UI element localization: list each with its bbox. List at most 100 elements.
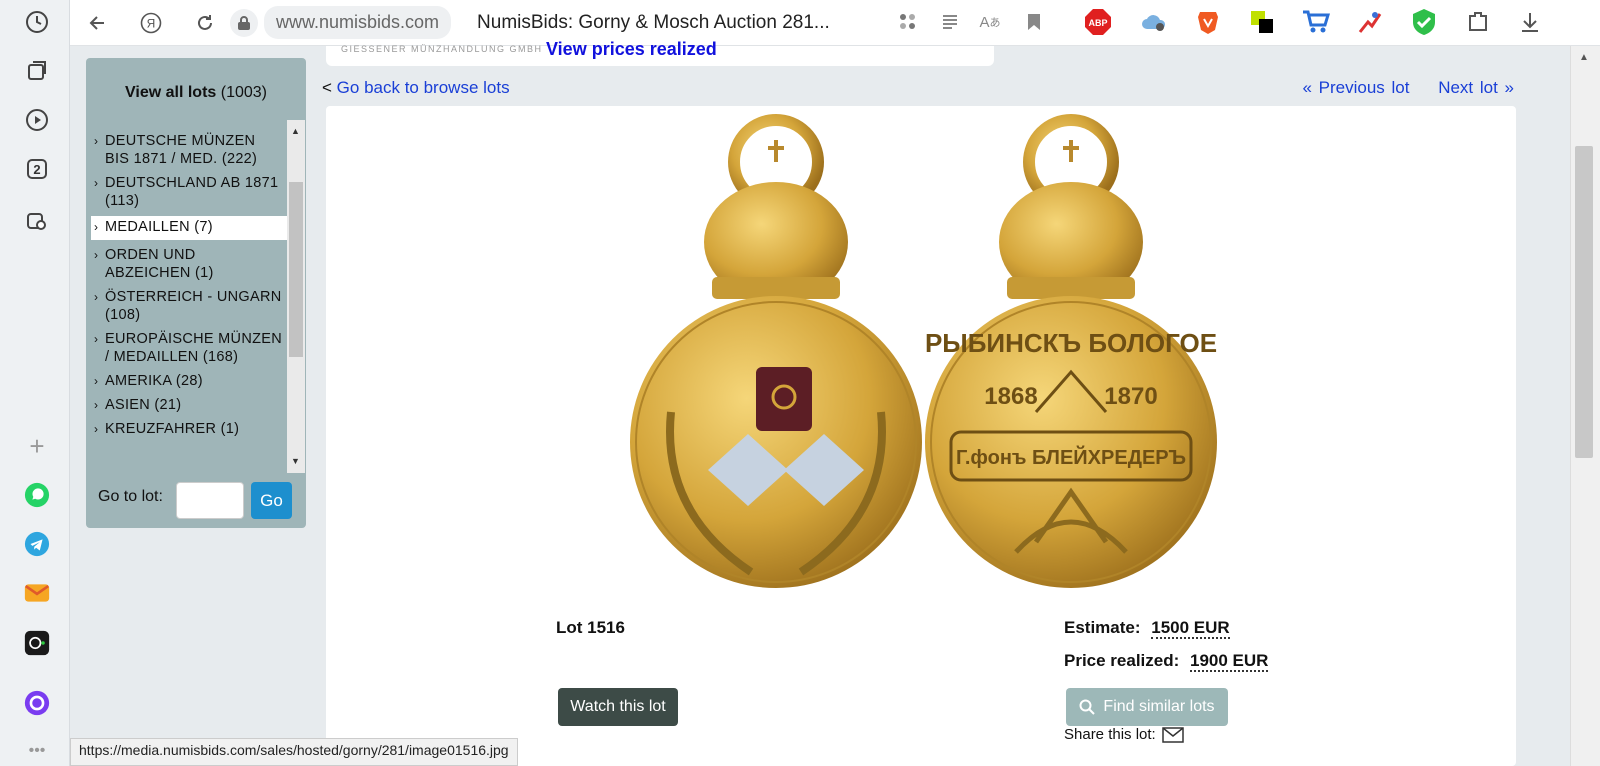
more-icon[interactable]: •••	[24, 738, 50, 764]
chevron-right-icon: ›	[94, 220, 99, 234]
translate-icon[interactable]: Aあ	[974, 6, 1006, 38]
apps-icon[interactable]	[892, 6, 924, 38]
history-icon[interactable]	[24, 9, 50, 35]
lot-pagination: « Previous lot Next lot »	[1280, 78, 1514, 98]
extensions-icon[interactable]	[1462, 6, 1494, 38]
collections-icon[interactable]	[24, 58, 50, 84]
camera-app-icon[interactable]	[24, 630, 50, 656]
reader-icon[interactable]	[934, 6, 966, 38]
status-bar: https://media.numisbids.com/sales/hosted…	[70, 738, 518, 766]
category-item[interactable]: › EUROPÄISCHE MÜNZEN / MEDAILLEN (168)	[91, 328, 287, 370]
watch-lot-button[interactable]: Watch this lot	[558, 688, 678, 726]
category-label: ORDEN UND ABZEICHEN (1)	[105, 247, 214, 281]
page-scroll-thumb[interactable]	[1575, 146, 1593, 458]
estimate-row: Estimate: 1500 EUR	[1064, 618, 1230, 639]
category-label: MEDAILLEN (7)	[105, 219, 213, 235]
find-similar-button[interactable]: Find similar lots	[1066, 688, 1228, 726]
year-right-text: 1870	[1104, 383, 1157, 410]
play-icon[interactable]	[24, 107, 50, 133]
category-item-active[interactable]: › MEDAILLEN (7)	[91, 216, 287, 240]
view-prices-link[interactable]: View prices realized	[546, 39, 717, 60]
year-left-text: 1868	[984, 383, 1037, 410]
scroll-up-icon[interactable]: ▲	[1579, 52, 1589, 63]
tabs-count-icon[interactable]: 2	[24, 156, 50, 182]
reverse-top-text: РЫБИНСКЪ БОЛОГОЕ	[925, 328, 1217, 358]
lot-image[interactable]: РЫБИНСКЪ БОЛОГОЕ 1868 1870 Г.фонъ БЛЕЙХР…	[616, 112, 1256, 602]
goto-lot-input[interactable]	[176, 482, 244, 519]
category-label: EUROPÄISCHE MÜNZEN / MEDAILLEN (168)	[105, 331, 282, 365]
category-list: › DEUTSCHE MÜNZEN BIS 1871 / MED. (222) ›…	[91, 120, 287, 473]
next-lot-link[interactable]: Next lot »	[1438, 78, 1514, 97]
tab-title: NumisBids: Gorny & Mosch Auction 281...	[477, 11, 830, 33]
view-all-lots-link[interactable]: View all lots (1003)	[86, 84, 306, 102]
chevron-right-icon: ›	[94, 176, 99, 190]
go-button[interactable]: Go	[251, 482, 292, 519]
url-text[interactable]: www.numisbids.com	[264, 6, 452, 39]
mail-icon[interactable]	[24, 580, 50, 606]
cloud-icon[interactable]	[1138, 6, 1170, 38]
scroll-thumb[interactable]	[289, 182, 303, 357]
alice-icon[interactable]	[24, 690, 50, 716]
reload-icon[interactable]	[188, 6, 222, 40]
chevron-right-icon: ›	[94, 422, 99, 436]
view-all-count: (1003)	[220, 84, 267, 101]
category-label: ÖSTERREICH - UNGARN (108)	[105, 289, 282, 323]
scroll-down-icon[interactable]: ▼	[291, 456, 300, 466]
telegram-icon[interactable]	[24, 531, 50, 557]
lot-number: Lot 1516	[556, 618, 625, 637]
category-item[interactable]: › ASIEN (21)	[91, 394, 287, 418]
category-item[interactable]: › ORDEN UND ABZEICHEN (1)	[91, 244, 287, 286]
medal-obverse	[630, 114, 922, 588]
view-all-label[interactable]: View all lots	[125, 84, 216, 101]
page-content: GIESSENER MÜNZHANDLUNG GMBH View prices …	[70, 39, 1570, 766]
shield-check-icon[interactable]	[1408, 6, 1440, 38]
yandex-icon[interactable]: Я	[134, 6, 168, 40]
lot-card: РЫБИНСКЪ БОЛОГОЕ 1868 1870 Г.фонъ БЛЕЙХР…	[326, 106, 1516, 766]
whatsapp-icon[interactable]	[24, 482, 50, 508]
category-label: DEUTSCHLAND AB 1871 (113)	[105, 175, 279, 209]
category-item[interactable]: › DEUTSCHLAND AB 1871 (113)	[91, 172, 287, 214]
price-value[interactable]: 1900 EUR	[1190, 651, 1269, 672]
price-label: Price realized:	[1064, 651, 1180, 670]
address-bar[interactable]: www.numisbids.com	[230, 6, 452, 39]
back-arrow-icon[interactable]	[80, 6, 114, 40]
chevron-right-icon: ›	[94, 374, 99, 388]
reverse-center-text: Г.фонъ БЛЕЙХРЕДЕРЪ	[956, 445, 1186, 469]
price-row: Price realized: 1900 EUR	[1064, 651, 1269, 672]
chevron-right-icon: ›	[94, 332, 99, 346]
back-prefix: <	[322, 78, 332, 97]
chevron-right-icon: ›	[94, 248, 99, 262]
user-figure-icon[interactable]	[1354, 6, 1386, 38]
screenshot-icon[interactable]	[24, 208, 50, 234]
download-icon[interactable]	[1514, 6, 1546, 38]
adblock-icon[interactable]: ABP	[1082, 6, 1114, 38]
category-item[interactable]: › KREUZFAHRER (1)	[91, 418, 287, 442]
category-label: DEUTSCHE MÜNZEN BIS 1871 / MED. (222)	[105, 133, 258, 167]
add-panel-icon[interactable]: +	[24, 431, 50, 461]
browser-sidebar: 2 + •••	[0, 0, 70, 766]
category-scrollbar[interactable]: ▲ ▼	[287, 120, 305, 473]
chevron-right-icon: ›	[94, 134, 99, 148]
color-picker-icon[interactable]	[1246, 6, 1278, 38]
scroll-up-icon[interactable]: ▲	[291, 126, 300, 136]
category-item-partial	[91, 120, 287, 130]
share-label: Share this lot:	[1064, 726, 1156, 743]
page-scrollbar[interactable]: ▲	[1570, 46, 1600, 766]
back-nav: < Go back to browse lots	[322, 78, 510, 98]
bookmark-icon[interactable]	[1018, 6, 1050, 38]
envelope-icon[interactable]	[1161, 726, 1184, 743]
brave-icon[interactable]	[1192, 6, 1224, 38]
category-item[interactable]: › AMERIKA (28)	[91, 370, 287, 394]
category-item[interactable]: › ÖSTERREICH - UNGARN (108)	[91, 286, 287, 328]
cart-icon[interactable]	[1300, 6, 1332, 38]
category-label: KREUZFAHRER (1)	[105, 421, 240, 437]
mint-text: GIESSENER MÜNZHANDLUNG GMBH	[341, 44, 543, 54]
back-to-browse-link[interactable]: Go back to browse lots	[337, 78, 510, 97]
category-item[interactable]: › DEUTSCHE MÜNZEN BIS 1871 / MED. (222)	[91, 130, 287, 172]
lock-icon[interactable]	[230, 8, 258, 37]
previous-lot-link[interactable]: « Previous lot	[1302, 78, 1409, 97]
estimate-label: Estimate:	[1064, 618, 1141, 637]
tabs-count: 2	[33, 161, 41, 177]
estimate-value[interactable]: 1500 EUR	[1151, 618, 1230, 639]
find-similar-label: Find similar lots	[1103, 698, 1215, 715]
